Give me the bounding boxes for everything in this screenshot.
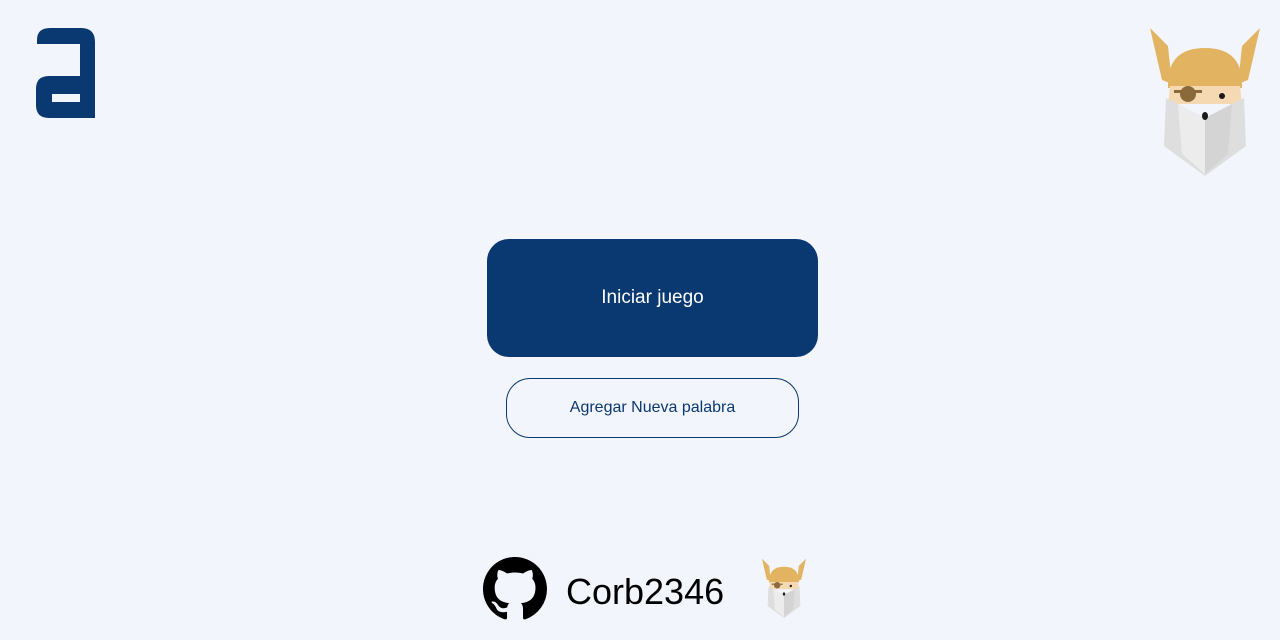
start-game-button[interactable]: Iniciar juego xyxy=(487,239,818,357)
github-icon[interactable] xyxy=(483,557,547,621)
add-word-button[interactable]: Agregar Nueva palabra xyxy=(506,378,799,438)
viking-mascot-icon xyxy=(1148,26,1262,176)
viking-mascot-small-icon xyxy=(761,558,807,618)
github-username-link[interactable]: Corb2346 xyxy=(566,571,724,613)
alura-logo-icon xyxy=(34,26,98,120)
